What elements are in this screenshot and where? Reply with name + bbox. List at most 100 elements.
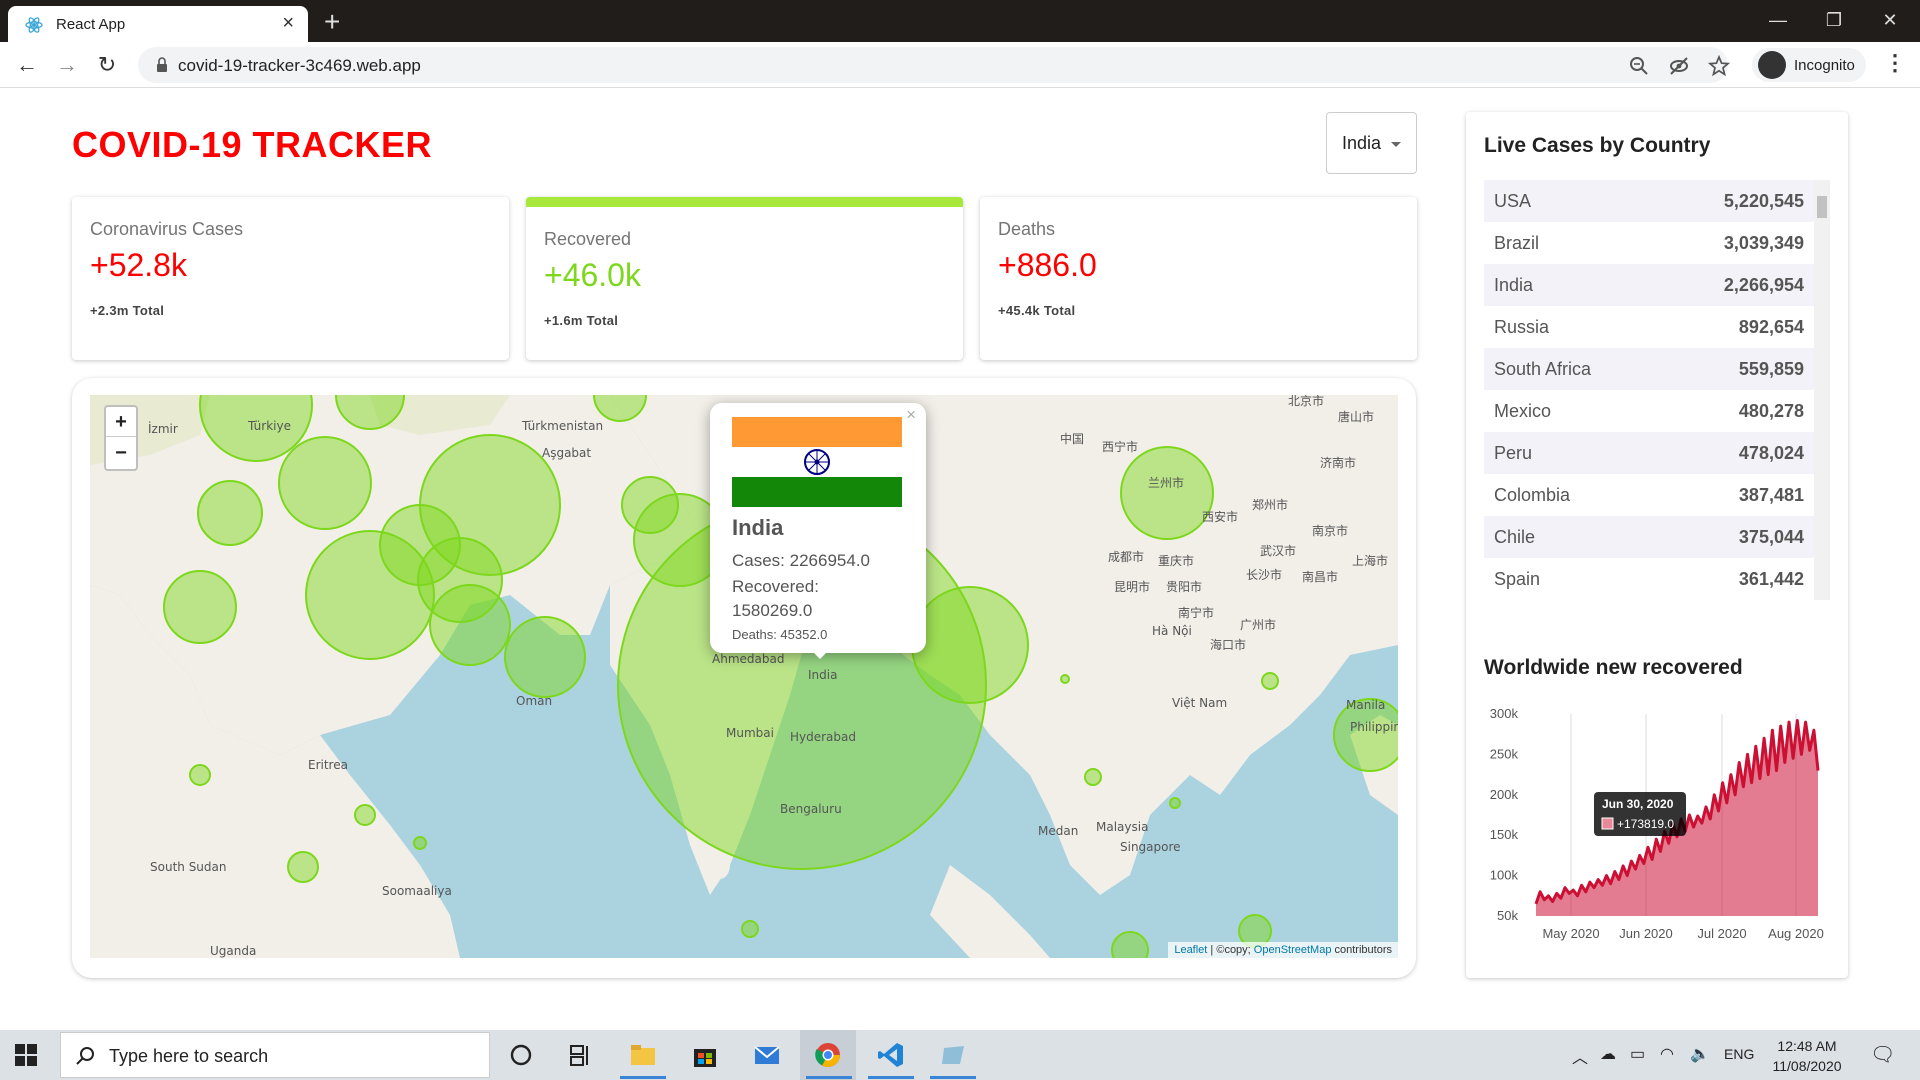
back-icon[interactable]: ← bbox=[12, 50, 42, 80]
star-icon[interactable] bbox=[1708, 55, 1730, 77]
tooltip-swatch bbox=[1601, 817, 1614, 830]
zoom-control: + − bbox=[104, 405, 138, 471]
country-name: India bbox=[1494, 275, 1534, 295]
app-title: COVID-19 TRACKER bbox=[72, 124, 433, 165]
cloud-icon[interactable]: ☁ bbox=[1600, 1044, 1616, 1064]
country-cases: 478,024 bbox=[1738, 443, 1804, 463]
tab-close-icon[interactable]: × bbox=[282, 12, 294, 35]
clock[interactable]: 12:48 AM 11/08/2020 bbox=[1770, 1036, 1844, 1076]
reload-icon[interactable]: ↻ bbox=[92, 50, 122, 80]
tooltip-date: Jun 30, 2020 bbox=[1602, 797, 1674, 811]
notifications-icon[interactable]: 🗨 bbox=[1870, 1042, 1895, 1067]
popup-close-icon[interactable]: × bbox=[906, 405, 916, 425]
map-label: 昆明市 bbox=[1114, 579, 1150, 594]
tooltip-value: +173819.0 bbox=[1617, 817, 1674, 831]
address-bar[interactable]: covid-19-tracker-3c469.web.app bbox=[138, 47, 1730, 83]
restore-icon[interactable]: ❐ bbox=[1806, 4, 1862, 36]
minimize-icon[interactable]: — bbox=[1750, 4, 1806, 36]
zoom-icon[interactable] bbox=[1628, 55, 1650, 77]
y-tick-label: 250k bbox=[1490, 746, 1519, 761]
deaths-card[interactable]: Deaths +886.0 +45.4k Total bbox=[980, 197, 1417, 360]
live-cases-table[interactable]: USA 5,220,545 Brazil 3,039,349 India 2,2… bbox=[1484, 180, 1830, 600]
map-label: 中国 bbox=[1060, 431, 1084, 446]
country-name: USA bbox=[1494, 191, 1532, 211]
close-window-icon[interactable]: ✕ bbox=[1862, 4, 1918, 36]
map-label: Uganda bbox=[210, 944, 256, 958]
map-label: 西宁市 bbox=[1102, 439, 1138, 454]
task-view-icon[interactable] bbox=[565, 1040, 595, 1070]
map-label: Ahmedabad bbox=[712, 652, 784, 666]
language-indicator[interactable]: ENG bbox=[1724, 1046, 1754, 1062]
attribution-contributors: contributors bbox=[1334, 944, 1392, 956]
map-label: İzmir bbox=[148, 421, 178, 436]
country-cases: 3,039,349 bbox=[1723, 233, 1804, 253]
map-label: Việt Nam bbox=[1172, 696, 1227, 710]
file-explorer-icon[interactable] bbox=[628, 1040, 658, 1070]
country-select[interactable]: India bbox=[1326, 112, 1417, 174]
cases-card[interactable]: Coronavirus Cases +52.8k +2.3m Total bbox=[72, 197, 509, 360]
popup-cases: Cases: 2266954.0 bbox=[732, 551, 870, 570]
active-indicator bbox=[806, 1076, 852, 1079]
app-icon[interactable] bbox=[938, 1040, 968, 1070]
map-label: 济南市 bbox=[1320, 455, 1356, 470]
chrome-icon[interactable] bbox=[813, 1040, 843, 1070]
vertical-scrollbar[interactable] bbox=[1814, 180, 1830, 600]
india-flag bbox=[732, 417, 902, 507]
mail-icon[interactable] bbox=[752, 1040, 782, 1070]
forward-icon[interactable]: → bbox=[52, 50, 82, 80]
popup-tip bbox=[810, 649, 830, 659]
tracking-blocked-icon[interactable] bbox=[1668, 55, 1690, 77]
country-name: Spain bbox=[1494, 569, 1541, 589]
card-value: +46.0k bbox=[544, 257, 641, 293]
incognito-badge[interactable]: Incognito bbox=[1752, 48, 1866, 82]
table-row: Colombia 387,481 bbox=[1484, 474, 1814, 516]
tray-chevron-icon[interactable]: ︿ bbox=[1572, 1044, 1588, 1068]
browser-tab[interactable]: React App × bbox=[8, 6, 308, 42]
browser-titlebar: React App × + — ❐ ✕ bbox=[0, 0, 1920, 42]
y-tick-label: 300k bbox=[1490, 706, 1519, 721]
wifi-icon[interactable]: ◠ bbox=[1660, 1044, 1674, 1064]
x-tick-label: May 2020 bbox=[1542, 926, 1599, 941]
map-label: Manila bbox=[1346, 698, 1385, 712]
attribution-copy: | ©copy; bbox=[1210, 944, 1251, 956]
map-label: 重庆市 bbox=[1158, 553, 1194, 568]
store-icon[interactable] bbox=[690, 1040, 720, 1070]
battery-icon[interactable]: ▭ bbox=[1630, 1044, 1645, 1064]
x-tick-label: Jun 2020 bbox=[1619, 926, 1673, 941]
country-cases: 480,278 bbox=[1738, 401, 1804, 421]
zoom-out-button[interactable]: − bbox=[106, 438, 136, 468]
cortana-icon[interactable] bbox=[506, 1040, 536, 1070]
menu-icon[interactable]: ⋮ bbox=[1884, 50, 1906, 76]
map[interactable]: Türkiye Türkmenistan Aşgabat İzmir India… bbox=[90, 395, 1398, 958]
zoom-in-button[interactable]: + bbox=[106, 407, 136, 437]
map-label: Hyderabad bbox=[790, 730, 856, 744]
osm-link[interactable]: OpenStreetMap bbox=[1254, 944, 1332, 956]
incognito-icon bbox=[1758, 51, 1786, 79]
live-cases-heading: Live Cases by Country bbox=[1484, 134, 1711, 157]
recovered-card[interactable]: Recovered +46.0k +1.6m Total bbox=[526, 197, 963, 360]
scrollbar-thumb[interactable] bbox=[1817, 196, 1827, 218]
country-name: Russia bbox=[1494, 317, 1550, 337]
map-label: 郑州市 bbox=[1252, 497, 1288, 512]
vscode-icon[interactable] bbox=[876, 1040, 906, 1070]
map-label: 兰州市 bbox=[1148, 475, 1184, 490]
country-name: Chile bbox=[1494, 527, 1536, 547]
taskbar-search[interactable]: Type here to search bbox=[60, 1032, 490, 1078]
y-tick-label: 50k bbox=[1497, 908, 1518, 923]
url-text[interactable]: covid-19-tracker-3c469.web.app bbox=[178, 56, 421, 76]
country-cases: 387,481 bbox=[1738, 485, 1804, 505]
volume-icon[interactable]: 🔈 bbox=[1690, 1044, 1710, 1064]
map-label: Malaysia bbox=[1096, 820, 1148, 834]
windows-start-icon[interactable] bbox=[14, 1043, 38, 1067]
card-title: Deaths bbox=[998, 219, 1056, 239]
country-name: Brazil bbox=[1494, 233, 1540, 253]
card-value: +886.0 bbox=[998, 247, 1097, 283]
incognito-label: Incognito bbox=[1794, 57, 1855, 74]
new-tab-icon[interactable]: + bbox=[324, 6, 340, 38]
recovered-chart[interactable]: May 2020 Jun 2020 Jul 2020 Aug 2020 300k 250k… bbox=[1466, 694, 1848, 954]
taskbar: Type here to search ︿ ☁ ▭ ◠ 🔈 ENG 12:48 … bbox=[0, 1030, 1920, 1080]
leaflet-link[interactable]: Leaflet bbox=[1174, 944, 1207, 956]
table-row: Peru 478,024 bbox=[1484, 432, 1814, 474]
map-label: 贵阳市 bbox=[1166, 579, 1202, 594]
table-row: India 2,266,954 bbox=[1484, 264, 1814, 306]
